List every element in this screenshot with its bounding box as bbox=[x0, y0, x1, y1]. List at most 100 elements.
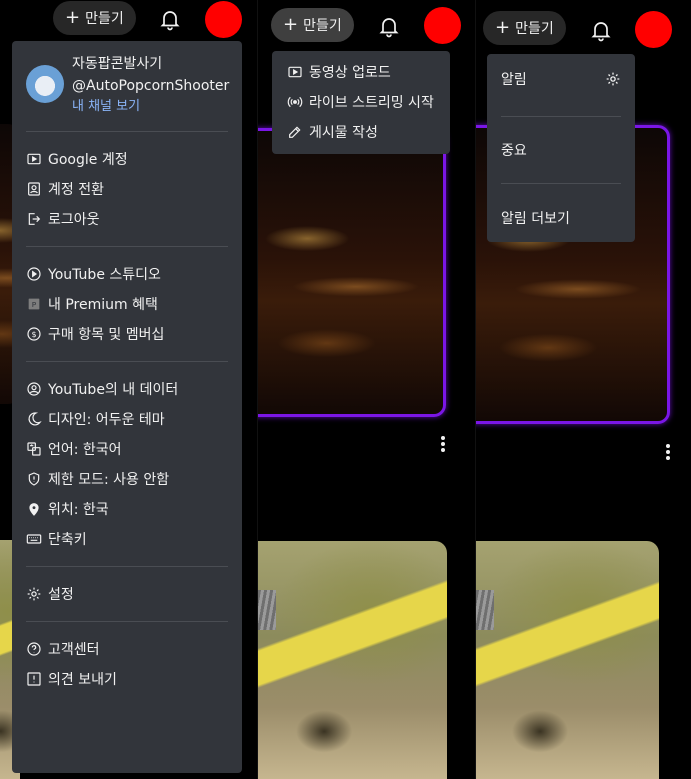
menu-group: YouTube 스튜디오 P 내 Premium 혜택 $ 구매 항목 및 멤버십 bbox=[12, 247, 242, 361]
keyboard-icon bbox=[26, 534, 42, 544]
create-button-label: 만들기 bbox=[303, 18, 342, 34]
user-handle: @AutoPopcornShooter bbox=[72, 78, 230, 94]
notification-important[interactable]: 중요 bbox=[487, 117, 635, 183]
user-data-icon bbox=[27, 382, 41, 396]
screenshot-collage: + 만들기 자동팝콘발사기 @AutoPopcornShooter 내 채널 보… bbox=[0, 0, 691, 779]
create-menu-item[interactable]: 라이브 스트리밍 시작 bbox=[272, 87, 450, 117]
bell-icon[interactable] bbox=[158, 7, 182, 31]
account-menu-item[interactable]: 의견 보내기 bbox=[12, 664, 242, 694]
account-menu-item[interactable]: P 내 Premium 혜택 bbox=[12, 289, 242, 319]
menu-item-label: 위치: 한국 bbox=[48, 502, 109, 518]
video-thumbnail[interactable] bbox=[258, 128, 446, 417]
create-menu: 동영상 업로드라이브 스트리밍 시작게시물 작성 bbox=[272, 51, 450, 154]
hut-roof bbox=[476, 590, 494, 630]
user-name: 자동팝콘발사기 bbox=[72, 56, 163, 72]
account-avatar-button[interactable] bbox=[635, 11, 672, 48]
menu-item-label: 구매 항목 및 멤버십 bbox=[48, 327, 165, 343]
create-button[interactable]: + 만들기 bbox=[271, 8, 354, 42]
video-thumbnail[interactable] bbox=[258, 541, 447, 779]
menu-item-label: 로그아웃 bbox=[48, 212, 100, 228]
account-menu-item[interactable]: 설정 bbox=[12, 579, 242, 609]
account-menu-item[interactable]: 언어: 한국어 bbox=[12, 434, 242, 464]
menu-group: Google 계정계정 전환로그아웃 bbox=[12, 132, 242, 246]
help-icon bbox=[27, 642, 41, 656]
account-menu-item[interactable]: 디자인: 어두운 테마 bbox=[12, 404, 242, 434]
create-button-label: 만들기 bbox=[515, 21, 554, 37]
menu-item-label: 제한 모드: 사용 안함 bbox=[48, 472, 170, 488]
menu-item-label: YouTube의 내 데이터 bbox=[48, 382, 179, 398]
upload-video-icon bbox=[288, 66, 302, 78]
translate-icon bbox=[27, 442, 41, 456]
create-menu-item[interactable]: 게시물 작성 bbox=[272, 117, 450, 147]
account-menu-item[interactable]: YouTube의 내 데이터 bbox=[12, 374, 242, 404]
menu-item-label: 고객센터 bbox=[48, 642, 100, 658]
menu-item-label: 게시물 작성 bbox=[309, 125, 378, 141]
account-menu-item[interactable]: 단축키 bbox=[12, 524, 242, 554]
sign-out-icon bbox=[28, 213, 41, 225]
account-menu: 자동팝콘발사기 @AutoPopcornShooter 내 채널 보기 Goog… bbox=[12, 41, 242, 773]
account-menu-item[interactable]: Google 계정 bbox=[12, 144, 242, 174]
account-menu-item[interactable]: 위치: 한국 bbox=[12, 494, 242, 524]
menu-item-label: YouTube 스튜디오 bbox=[48, 267, 161, 283]
account-menu-item[interactable]: 제한 모드: 사용 안함 bbox=[12, 464, 242, 494]
bell-icon[interactable] bbox=[589, 18, 613, 42]
location-icon bbox=[29, 503, 39, 516]
google-account-icon bbox=[27, 153, 41, 165]
channel-avatar bbox=[26, 65, 64, 103]
menu-group: 고객센터의견 보내기 bbox=[12, 622, 242, 706]
account-menu-item[interactable]: $ 구매 항목 및 멤버십 bbox=[12, 319, 242, 349]
plus-icon: + bbox=[283, 14, 299, 35]
panel-account-menu: + 만들기 자동팝콘발사기 @AutoPopcornShooter 내 채널 보… bbox=[0, 0, 257, 779]
notification-important-label: 중요 bbox=[501, 143, 527, 159]
create-button[interactable]: + 만들기 bbox=[53, 1, 136, 35]
panel-create-menu: + 만들기 동영상 업로드라이브 스트리밍 시작게시물 작성 bbox=[257, 0, 475, 779]
menu-group: 설정 bbox=[12, 567, 242, 621]
gear-icon bbox=[27, 587, 41, 601]
menu-item-label: Google 계정 bbox=[48, 152, 128, 168]
notification-more-link[interactable]: 알림 더보기 bbox=[487, 184, 635, 252]
edit-post-icon bbox=[289, 126, 301, 138]
more-options-icon[interactable] bbox=[441, 436, 445, 452]
svg-text:$: $ bbox=[31, 330, 36, 339]
shield-icon bbox=[28, 472, 40, 486]
account-menu-item[interactable]: 계정 전환 bbox=[12, 174, 242, 204]
more-options-icon[interactable] bbox=[666, 444, 670, 460]
notification-more-label: 알림 더보기 bbox=[501, 211, 570, 227]
create-button[interactable]: + 만들기 bbox=[483, 11, 566, 45]
account-menu-item[interactable]: 고객센터 bbox=[12, 634, 242, 664]
menu-item-label: 디자인: 어두운 테마 bbox=[48, 412, 165, 428]
video-thumbnail[interactable] bbox=[476, 541, 659, 779]
svg-text:P: P bbox=[32, 300, 37, 309]
menu-item-label: 언어: 한국어 bbox=[48, 442, 122, 458]
notification-settings-row[interactable]: 알림 bbox=[487, 54, 635, 104]
notification-title: 알림 bbox=[501, 72, 527, 88]
menu-item-label: 설정 bbox=[48, 587, 74, 603]
menu-item-label: 라이브 스트리밍 시작 bbox=[309, 95, 434, 111]
view-channel-link[interactable]: 내 채널 보기 bbox=[72, 97, 229, 117]
hut-roof bbox=[258, 590, 276, 630]
menu-group: YouTube의 내 데이터디자인: 어두운 테마언어: 한국어제한 모드: 사… bbox=[12, 362, 242, 566]
bell-icon[interactable] bbox=[377, 14, 401, 38]
plus-icon: + bbox=[65, 7, 81, 28]
account-menu-item[interactable]: 로그아웃 bbox=[12, 204, 242, 234]
plus-icon: + bbox=[495, 17, 511, 38]
dollar-icon: $ bbox=[27, 327, 41, 341]
studio-icon bbox=[27, 267, 41, 281]
menu-item-label: 동영상 업로드 bbox=[309, 65, 391, 81]
create-button-label: 만들기 bbox=[85, 11, 124, 27]
account-menu-item[interactable]: YouTube 스튜디오 bbox=[12, 259, 242, 289]
moon-icon bbox=[28, 412, 42, 426]
live-icon bbox=[287, 96, 303, 108]
switch-account-icon bbox=[28, 182, 40, 196]
menu-item-label: 내 Premium 혜택 bbox=[48, 297, 158, 313]
create-menu-item[interactable]: 동영상 업로드 bbox=[272, 57, 450, 87]
menu-item-label: 의견 보내기 bbox=[48, 672, 117, 688]
account-avatar-button[interactable] bbox=[205, 1, 242, 38]
account-header: 자동팝콘발사기 @AutoPopcornShooter 내 채널 보기 bbox=[12, 41, 242, 117]
account-avatar-button[interactable] bbox=[424, 7, 461, 44]
panel-notification-menu: + 만들기 알림 중요 알림 더보기 bbox=[475, 0, 691, 779]
feedback-icon bbox=[27, 672, 41, 686]
notification-menu: 알림 중요 알림 더보기 bbox=[487, 54, 635, 242]
gear-icon[interactable] bbox=[605, 71, 621, 87]
menu-item-label: 계정 전환 bbox=[48, 182, 104, 198]
